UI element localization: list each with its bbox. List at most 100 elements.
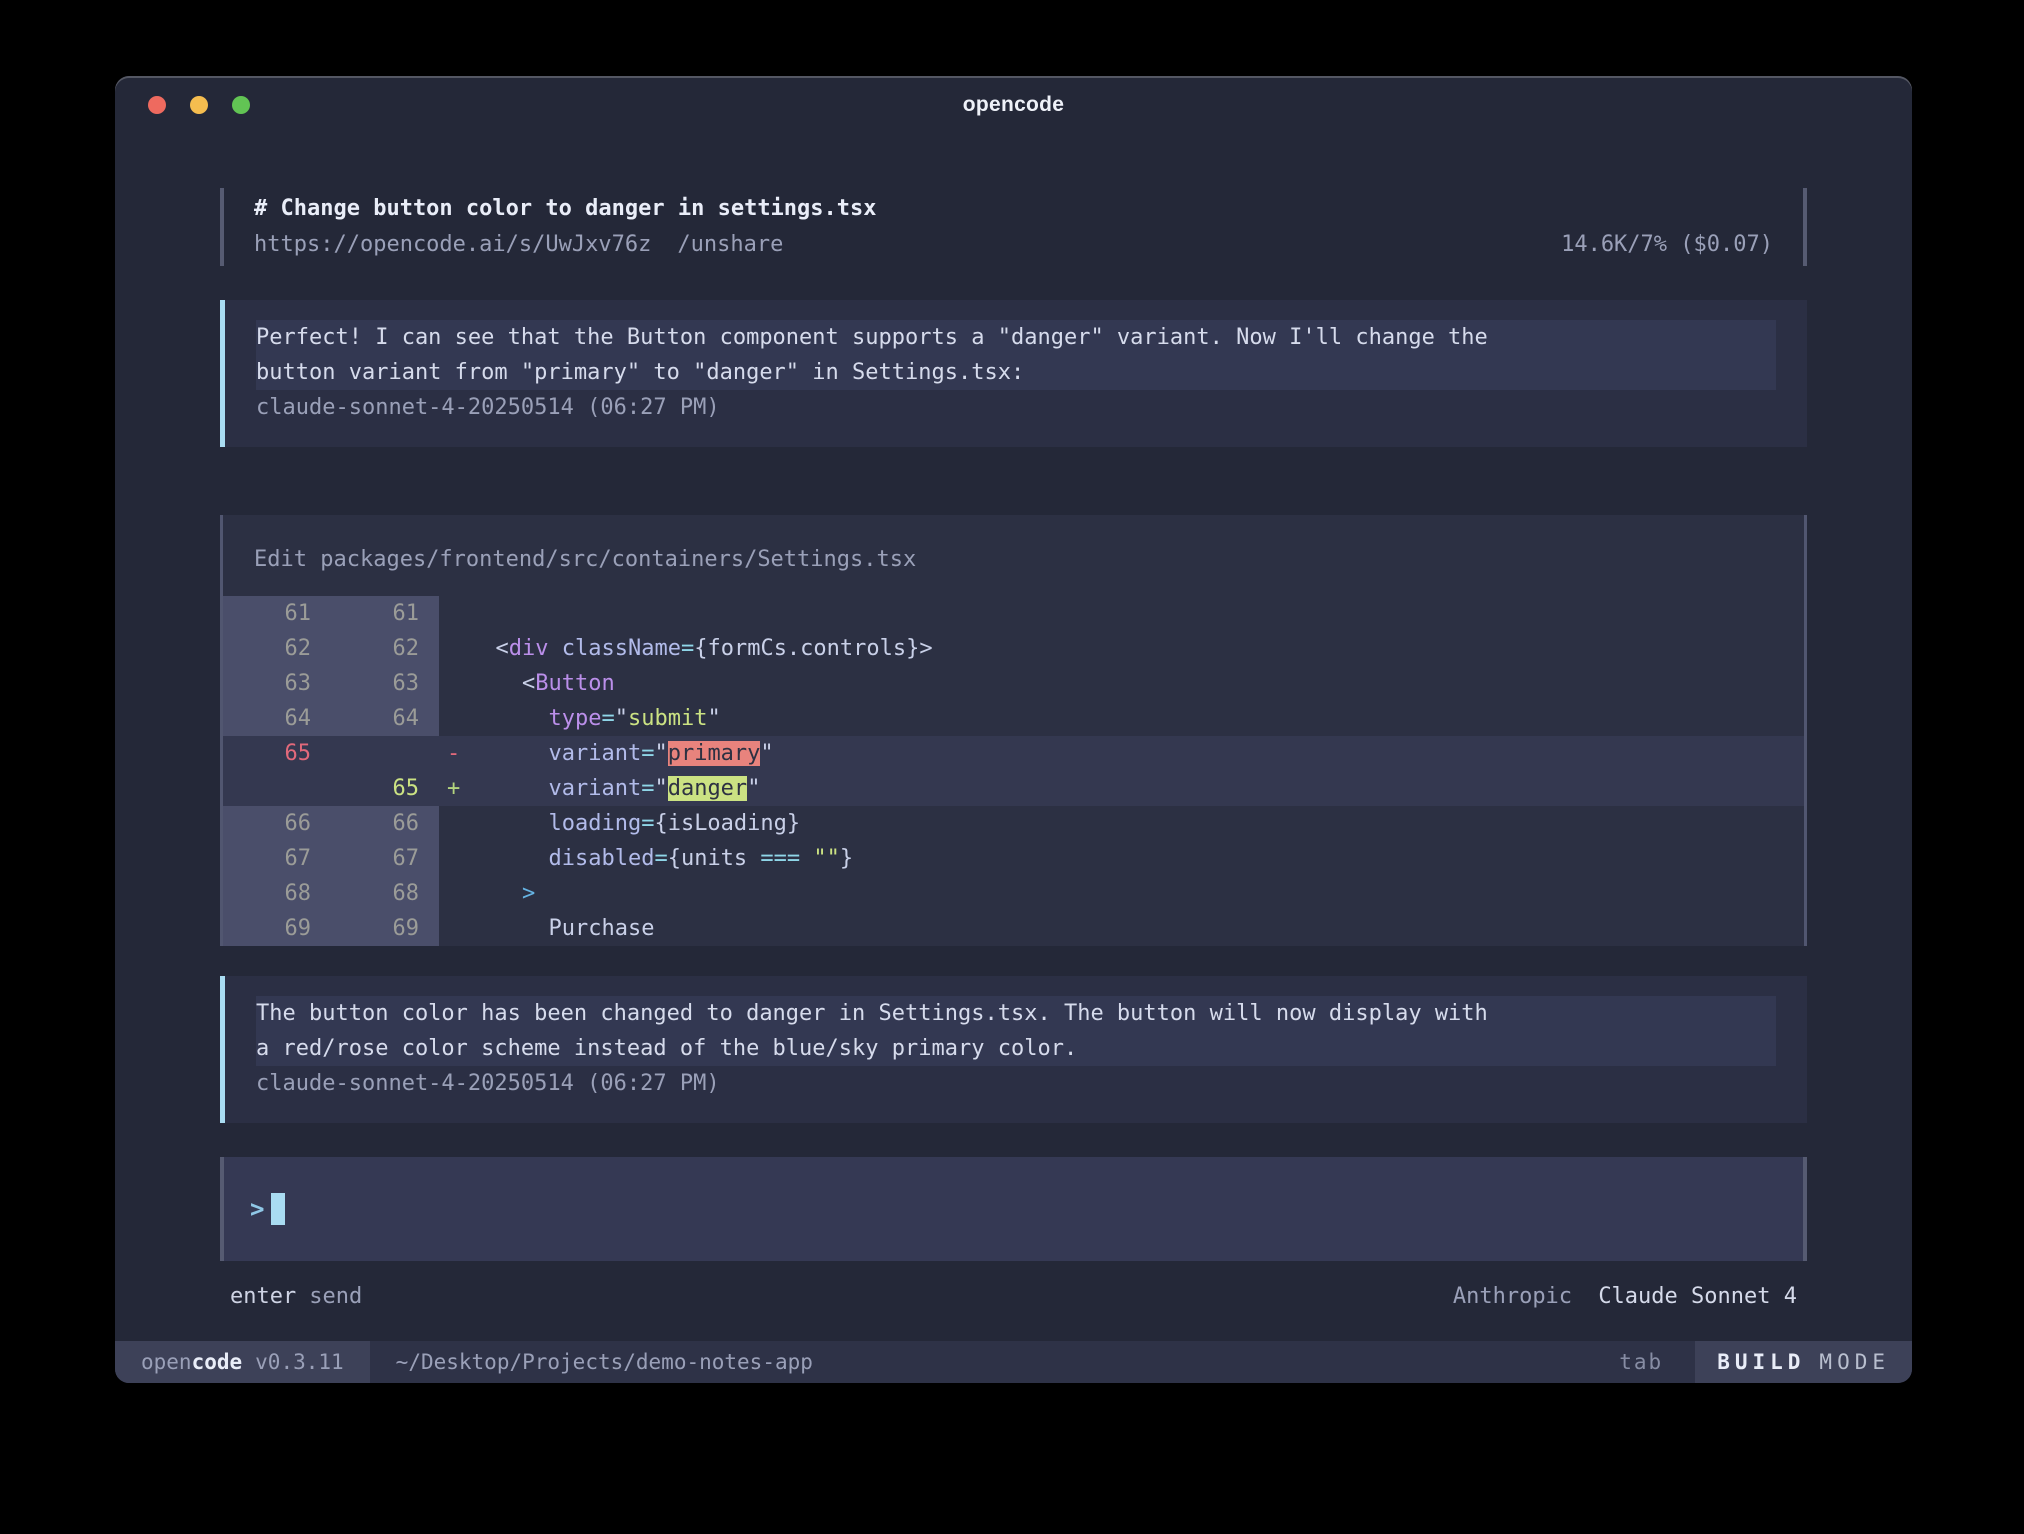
code-token: " [654,776,667,801]
title-bar: opencode [115,76,1912,134]
unshare-command[interactable]: /unshare [677,227,783,263]
code-line: Purchase [469,911,1804,946]
model-indicator[interactable]: Anthropic Claude Sonnet 4 [1453,1279,1797,1314]
diff-marker [439,911,469,946]
code-token: " [707,706,720,731]
code-token [469,846,548,871]
diff-marker [439,876,469,911]
old-line-number: 64 [223,701,331,736]
code-token: " [654,741,667,766]
code-token: loading [548,811,641,836]
code-token: < [496,636,509,661]
diff-row: 6666 loading={isLoading} [223,806,1804,841]
new-line-number: 63 [331,666,439,701]
diff-row: 65 - variant="primary" [223,736,1804,771]
diff-marker: + [439,771,469,806]
diff-view: 61616262 <div className={formCs.controls… [223,596,1804,946]
code-token: " [747,776,760,801]
close-button[interactable] [148,96,166,114]
mode-label-rest: MODE [1819,1350,1890,1374]
diff-marker [439,666,469,701]
old-line-number: 61 [223,596,331,631]
chat-input[interactable]: > [220,1157,1807,1261]
message-meta: claude-sonnet-4-20250514 (06:27 PM) [256,390,1776,425]
code-token [469,811,548,836]
code-token: " [615,706,628,731]
code-token [469,881,522,906]
diff-row: 6969 Purchase [223,911,1804,946]
old-line-number: 68 [223,876,331,911]
new-line-number [331,736,439,771]
code-token: = [641,741,654,766]
hint-footer: enter send Anthropic Claude Sonnet 4 [220,1279,1807,1314]
code-token: = [641,776,654,801]
code-line: type="submit" [469,701,1804,736]
code-token: = [654,846,667,871]
session-header: # Change button color to danger in setti… [220,188,1807,266]
mode-label-bold: BUILD [1717,1350,1805,1374]
code-line: variant="primary" [469,736,1804,771]
provider-name: Anthropic [1453,1284,1572,1309]
code-line: disabled={units === ""} [469,841,1804,876]
minimize-button[interactable] [190,96,208,114]
enter-key-hint: enter [230,1279,296,1314]
diff-marker: - [439,736,469,771]
tab-key-hint[interactable]: tab [1619,1350,1663,1374]
old-line-number [223,771,331,806]
new-line-number: 68 [331,876,439,911]
code-line: variant="danger" [469,771,1804,806]
code-token: className [562,636,681,661]
code-token [549,636,562,661]
code-token: < [522,671,535,696]
new-line-number: 61 [331,596,439,631]
code-line: <div className={formCs.controls}> [469,631,1804,666]
share-url[interactable]: https://opencode.ai/s/UwJxv76z [254,227,651,263]
diff-row: 6464 type="submit" [223,701,1804,736]
diff-row: 6767 disabled={units === ""} [223,841,1804,876]
edit-tool-block: Edit packages/frontend/src/containers/Se… [220,515,1807,946]
code-token: = [641,811,654,836]
build-mode-chip[interactable]: BUILD MODE [1691,1341,1912,1383]
session-title: # Change button color to danger in setti… [254,191,1773,227]
code-token: = [681,636,694,661]
old-line-number: 63 [223,666,331,701]
diff-row: 6363 <Button [223,666,1804,701]
traffic-lights [148,76,250,134]
code-token: disabled [548,846,654,871]
code-token [469,671,522,696]
new-line-number: 69 [331,911,439,946]
diff-marker [439,841,469,876]
diff-marker [439,631,469,666]
code-token: type [548,706,601,731]
code-token: danger [668,776,747,801]
statusbar-spacer [813,1341,1619,1383]
code-token: variant [548,741,641,766]
status-bar: opencode v0.3.11 ~/Desktop/Projects/demo… [115,1341,1912,1383]
window-title: opencode [963,93,1065,117]
diff-marker [439,596,469,631]
zoom-button[interactable] [232,96,250,114]
diff-row: 6262 <div className={formCs.controls}> [223,631,1804,666]
old-line-number: 67 [223,841,331,876]
main-content: # Change button color to danger in setti… [115,188,1912,1314]
old-line-number: 69 [223,911,331,946]
assistant-message: The button color has been changed to dan… [220,976,1807,1123]
old-line-number: 62 [223,631,331,666]
new-line-number: 64 [331,701,439,736]
model-name: Claude Sonnet 4 [1598,1284,1797,1309]
code-token: primary [668,741,761,766]
assistant-message: Perfect! I can see that the Button compo… [220,300,1807,447]
old-line-number: 65 [223,736,331,771]
context-stats: 14.6K/7% ($0.07) [1561,227,1773,263]
message-text: Perfect! I can see that the Button compo… [256,320,1501,390]
new-line-number: 66 [331,806,439,841]
edit-tool-header: Edit packages/frontend/src/containers/Se… [223,515,1804,596]
message-body: The button color has been changed to dan… [256,996,1776,1066]
code-token: {formCs.controls}> [694,636,932,661]
code-line: loading={isLoading} [469,806,1804,841]
code-token: > [522,881,535,906]
code-token [469,636,496,661]
code-token: } [840,846,853,871]
code-token: {units [668,846,761,871]
code-token: "" [813,846,840,871]
